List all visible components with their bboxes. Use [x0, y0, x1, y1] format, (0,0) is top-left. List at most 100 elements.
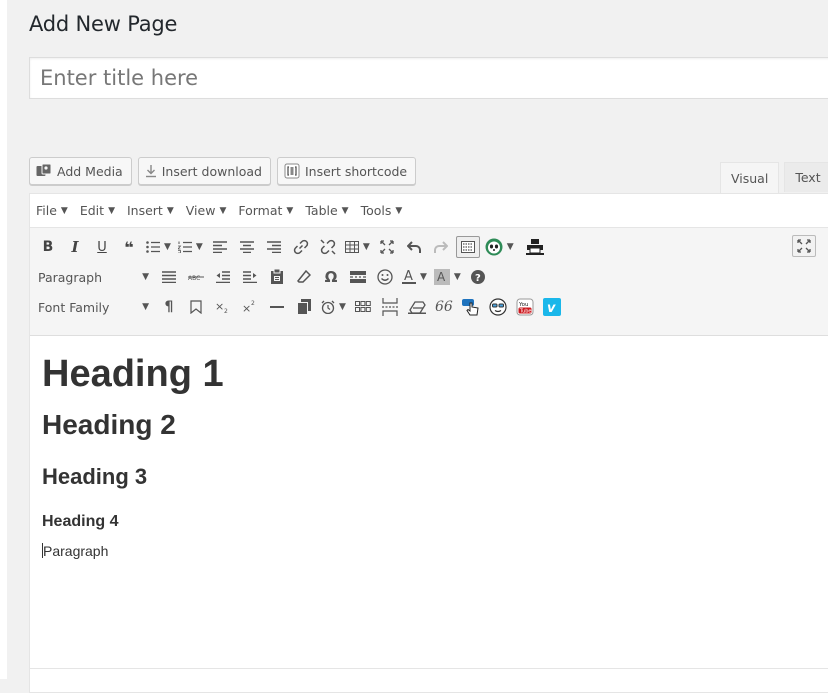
more-tag-button[interactable] [346, 265, 370, 289]
blockquote-button[interactable]: ❝ [117, 235, 141, 259]
help-button[interactable]: ? [466, 265, 490, 289]
copy-button[interactable] [292, 295, 316, 319]
fullscreen-icon [380, 240, 394, 254]
menu-format[interactable]: Format ▼ [238, 203, 293, 218]
menu-view[interactable]: View ▼ [186, 203, 227, 218]
special-character-button[interactable]: Ω [319, 265, 343, 289]
bold-icon: B [42, 239, 54, 255]
insert-shortcode-button[interactable]: Insert shortcode [277, 157, 417, 185]
panda-button[interactable]: ▼ [483, 235, 516, 259]
chevron-down-icon: ▼ [339, 302, 346, 312]
chevron-down-icon: ▼ [166, 205, 174, 216]
subscript-button[interactable]: × 2 [211, 295, 235, 319]
svg-text:v: v [547, 301, 556, 316]
distraction-free-button[interactable] [792, 235, 816, 257]
align-left-button[interactable] [208, 235, 232, 259]
svg-text:ABC: ABC [188, 275, 200, 282]
text-color-button[interactable]: A ▼ [400, 265, 429, 289]
left-margin [0, 0, 7, 679]
sunglasses-emoji-button[interactable] [486, 295, 510, 319]
eraser-tool-icon [407, 301, 426, 314]
undo-button[interactable] [402, 235, 426, 259]
strikethrough-button[interactable]: ABC [184, 265, 208, 289]
redo-button[interactable] [429, 235, 453, 259]
grid-icon [354, 301, 371, 312]
anchor-button[interactable] [184, 295, 208, 319]
menu-table-label: Table [305, 203, 338, 218]
menu-edit-label: Edit [79, 203, 105, 218]
kitchen-sink-button[interactable] [455, 236, 480, 258]
svg-text:?: ? [475, 273, 481, 284]
show-blocks-button[interactable]: ¶ [157, 295, 181, 319]
tab-text[interactable]: Text [784, 162, 828, 192]
heading-4: Heading 4 [42, 513, 119, 530]
strikethrough-icon: ABC [188, 275, 204, 282]
quote-66-button[interactable]: 66 [432, 295, 456, 319]
toolbar-row-1: B I U ❝ ▼ ▼ ▼ ▼ [36, 235, 550, 259]
justify-icon [162, 271, 176, 283]
numbered-list-button[interactable]: ▼ [176, 235, 205, 259]
eraser-button[interactable] [405, 295, 429, 319]
chevron-down-icon: ▼ [286, 205, 294, 216]
insert-shortcode-label: Insert shortcode [305, 163, 408, 179]
tab-visual[interactable]: Visual [720, 162, 780, 193]
printer-button[interactable] [523, 235, 547, 259]
format-select-value: Paragraph [38, 269, 103, 285]
outdent-button[interactable] [211, 265, 235, 289]
subscript-icon: × 2 [215, 300, 228, 314]
menu-table[interactable]: Table ▼ [305, 203, 348, 218]
indent-button[interactable] [238, 265, 262, 289]
help-icon: ? [470, 270, 485, 284]
date-time-button[interactable]: ▼ [319, 295, 348, 319]
media-icon [36, 164, 52, 178]
toolbar-row-2: Paragraph ▼ ABC Ω A ▼ A ▼ ? [36, 265, 493, 289]
superscript-button[interactable]: × 2 [238, 295, 262, 319]
vimeo-button[interactable]: v [540, 295, 564, 319]
chevron-down-icon: ▼ [506, 242, 514, 252]
align-right-icon [266, 241, 281, 253]
insert-download-button[interactable]: Insert download [137, 157, 271, 185]
svg-text:×: × [242, 302, 251, 314]
menu-edit[interactable]: Edit ▼ [80, 203, 115, 218]
heading-1: Heading 1 [42, 353, 224, 395]
toolbar-row-3: Font Family ▼ ¶ × 2 × 2 ▼ 66 You Tube v [36, 295, 567, 319]
underline-button[interactable]: U [90, 235, 114, 259]
hand-pointer-button[interactable] [459, 295, 483, 319]
bold-button[interactable]: B [36, 235, 60, 259]
font-family-select[interactable]: Font Family ▼ [36, 295, 151, 319]
menu-file-label: File [36, 203, 57, 218]
paste-text-button[interactable] [265, 265, 289, 289]
table-button[interactable]: ▼ [343, 235, 372, 259]
justify-button[interactable] [157, 265, 181, 289]
youtube-button[interactable]: You Tube [513, 295, 537, 319]
chevron-down-icon: ▼ [420, 272, 427, 282]
menu-tools[interactable]: Tools ▼ [361, 203, 403, 218]
smiley-icon [377, 269, 393, 285]
horizontal-line-button[interactable] [265, 295, 289, 319]
title-input[interactable] [29, 57, 828, 99]
pilcrow-icon: ¶ [164, 299, 174, 315]
hand-pointer-icon [461, 299, 479, 316]
align-right-button[interactable] [262, 235, 286, 259]
expand-icon [797, 239, 811, 253]
editor-content[interactable]: Heading 1 Heading 2 Heading 3 Heading 4 … [30, 336, 828, 576]
chevron-down-icon: ▼ [341, 205, 349, 216]
format-select[interactable]: Paragraph ▼ [36, 265, 151, 289]
emoticon-button[interactable] [373, 265, 397, 289]
page-break-button[interactable] [378, 295, 402, 319]
menu-insert[interactable]: Insert ▼ [127, 203, 174, 218]
background-color-button[interactable]: A ▼ [432, 265, 463, 289]
bullet-list-button[interactable]: ▼ [144, 235, 173, 259]
alarm-clock-icon [321, 300, 335, 314]
svg-text:A: A [404, 269, 413, 284]
menu-file[interactable]: File ▼ [36, 203, 68, 218]
add-media-button[interactable]: Add Media [29, 157, 132, 185]
fullscreen-button[interactable] [375, 235, 399, 259]
clear-formatting-button[interactable] [292, 265, 316, 289]
grid-button[interactable] [351, 295, 375, 319]
unlink-button[interactable] [316, 235, 340, 259]
insert-link-button[interactable] [289, 235, 313, 259]
italic-button[interactable]: I [63, 235, 87, 259]
align-center-button[interactable] [235, 235, 259, 259]
font-family-select-value: Font Family [38, 299, 110, 315]
